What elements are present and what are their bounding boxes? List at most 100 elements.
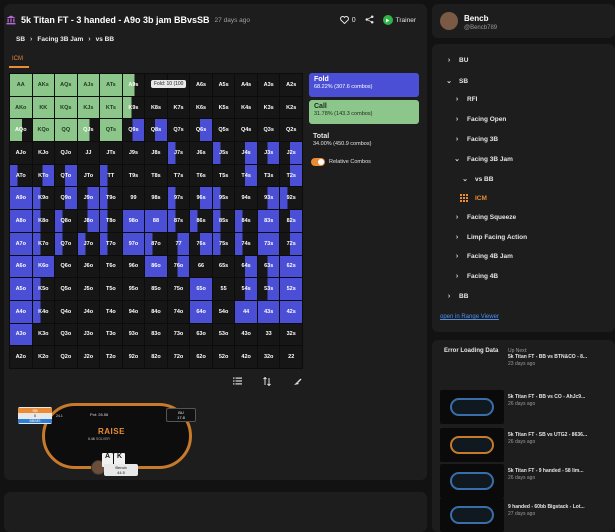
hand-cell[interactable]: J9o: [77, 187, 100, 210]
hand-cell[interactable]: J2s: [280, 142, 302, 164]
hand-cell[interactable]: A6s: [190, 74, 212, 96]
hand-cell[interactable]: 73s: [257, 232, 280, 255]
hand-cell[interactable]: K3o: [32, 323, 55, 346]
hand-cell[interactable]: 84s: [235, 210, 257, 232]
list-item[interactable]: 5k Titan FT - 9 handed - 58 lim... 26 da…: [508, 468, 613, 481]
hand-cell[interactable]: QTo: [55, 164, 77, 187]
hand-cell[interactable]: 53s: [257, 278, 280, 300]
tree-item-icm[interactable]: ICM: [460, 194, 487, 202]
hand-cell[interactable]: A5s: [212, 74, 235, 96]
paint-icon[interactable]: [292, 376, 302, 386]
hand-cell[interactable]: T9s: [122, 164, 145, 187]
hand-cell[interactable]: 82o: [145, 346, 167, 368]
hand-cell[interactable]: 85s: [212, 210, 235, 232]
list-item[interactable]: 5k Titan FT - BB vs CO - AhJc9... 26 day…: [508, 394, 613, 407]
sort-icon[interactable]: [262, 376, 272, 386]
list-icon[interactable]: [232, 376, 242, 386]
hand-cell[interactable]: KJo: [32, 142, 55, 164]
tree-item-sb[interactable]: ⌄ SB: [446, 77, 468, 86]
hand-cell[interactable]: A2o: [10, 346, 32, 368]
hand-cell[interactable]: T3s: [257, 164, 280, 187]
hand-cell[interactable]: KQo: [32, 119, 55, 142]
tree-item-facing-4b-jam[interactable]: › Facing 4B Jam: [454, 253, 513, 260]
hand-cell[interactable]: K8o: [32, 210, 55, 232]
hand-cell[interactable]: Q3s: [257, 119, 280, 142]
hand-cell[interactable]: 55: [212, 278, 235, 300]
trainer-button[interactable]: Trainer: [382, 15, 416, 25]
relative-combos-toggle[interactable]: [311, 158, 325, 166]
tree-item-facing-squeeze[interactable]: › Facing Squeeze: [454, 214, 516, 221]
tree-item-bu[interactable]: › BU: [446, 57, 469, 64]
hand-cell[interactable]: 98s: [145, 187, 167, 210]
hand-cell[interactable]: T5o: [100, 278, 122, 300]
hand-cell[interactable]: K9o: [32, 187, 55, 210]
hand-cell[interactable]: 32o: [257, 346, 280, 368]
tree-item-rfi[interactable]: › RFI: [454, 96, 478, 103]
hand-cell[interactable]: Q5o: [55, 278, 77, 300]
hand-cell[interactable]: 64s: [235, 255, 257, 278]
hand-cell[interactable]: 96o: [122, 255, 145, 278]
hand-cell[interactable]: A5o: [10, 278, 32, 300]
hand-cell[interactable]: A7o: [10, 232, 32, 255]
like-button[interactable]: 0: [339, 16, 356, 24]
hand-cell[interactable]: 62s: [280, 255, 302, 278]
hand-cell[interactable]: 99: [122, 187, 145, 210]
hand-cell[interactable]: JTo: [77, 164, 100, 187]
hand-cell[interactable]: T9o: [100, 187, 122, 210]
hand-cell[interactable]: A3s: [257, 74, 280, 96]
hand-cell[interactable]: A4o: [10, 300, 32, 323]
hand-cell[interactable]: 42s: [280, 300, 302, 323]
hand-cell[interactable]: K2o: [32, 346, 55, 368]
list-item[interactable]: 9 handed - 60bb Bigstack - Lot... 27 day…: [508, 504, 613, 517]
hand-cell[interactable]: T8s: [145, 164, 167, 187]
hand-cell[interactable]: A9s: [122, 74, 145, 96]
hand-cell[interactable]: 97o: [122, 232, 145, 255]
hand-cell[interactable]: J3s: [257, 142, 280, 164]
legend-fold[interactable]: Fold 68.22% (307.6 combos): [309, 73, 419, 97]
tree-item-facing-open[interactable]: › Facing Open: [454, 116, 507, 123]
hand-cell[interactable]: A9o: [10, 187, 32, 210]
video-thumbnail[interactable]: [440, 498, 504, 532]
hand-cell[interactable]: KK: [32, 96, 55, 119]
hand-cell[interactable]: 63s: [257, 255, 280, 278]
hand-cell[interactable]: 86s: [190, 210, 212, 232]
hand-cell[interactable]: AQo: [10, 119, 32, 142]
hand-cell[interactable]: J4s: [235, 142, 257, 164]
hand-cell[interactable]: AA: [10, 74, 32, 96]
hand-cell[interactable]: A6o: [10, 255, 32, 278]
hand-cell[interactable]: Q2o: [55, 346, 77, 368]
hand-cell[interactable]: KQs: [55, 96, 77, 119]
hand-cell[interactable]: 43o: [235, 323, 257, 346]
hand-cell[interactable]: Q8s: [145, 119, 167, 142]
breadcrumb-item[interactable]: vs BB: [96, 36, 114, 43]
hand-cell[interactable]: T7o: [100, 232, 122, 255]
hand-cell[interactable]: T3o: [100, 323, 122, 346]
hand-cell[interactable]: A2s: [280, 74, 302, 96]
hand-cell[interactable]: 72s: [280, 232, 302, 255]
hand-cell[interactable]: QTs: [100, 119, 122, 142]
hand-cell[interactable]: 83s: [257, 210, 280, 232]
hand-cell[interactable]: 65o: [190, 278, 212, 300]
hand-cell[interactable]: A8o: [10, 210, 32, 232]
hand-cell[interactable]: AKo: [10, 96, 32, 119]
hand-cell[interactable]: A4s: [235, 74, 257, 96]
hand-cell[interactable]: 87s: [167, 210, 190, 232]
tree-item-limp-facing-action[interactable]: › Limp Facing Action: [454, 234, 527, 241]
hand-cell[interactable]: A3o: [10, 323, 32, 346]
hand-cell[interactable]: QJo: [55, 142, 77, 164]
hand-cell[interactable]: K6o: [32, 255, 55, 278]
hand-cell[interactable]: 93o: [122, 323, 145, 346]
video-thumbnail[interactable]: [440, 390, 504, 424]
hand-cell[interactable]: K3s: [257, 96, 280, 119]
hand-cell[interactable]: 75o: [167, 278, 190, 300]
legend-call[interactable]: Call 31.78% (143.3 combos): [309, 100, 419, 124]
hand-cell[interactable]: 65s: [212, 255, 235, 278]
hand-cell[interactable]: 42o: [235, 346, 257, 368]
hand-cell[interactable]: T6o: [100, 255, 122, 278]
hand-cell[interactable]: J8s: [145, 142, 167, 164]
hand-cell[interactable]: 92o: [122, 346, 145, 368]
tree-item-facing-4b[interactable]: › Facing 4B: [454, 273, 498, 280]
hand-cell[interactable]: T2o: [100, 346, 122, 368]
hand-cell[interactable]: T8o: [100, 210, 122, 232]
hand-cell[interactable]: J6o: [77, 255, 100, 278]
